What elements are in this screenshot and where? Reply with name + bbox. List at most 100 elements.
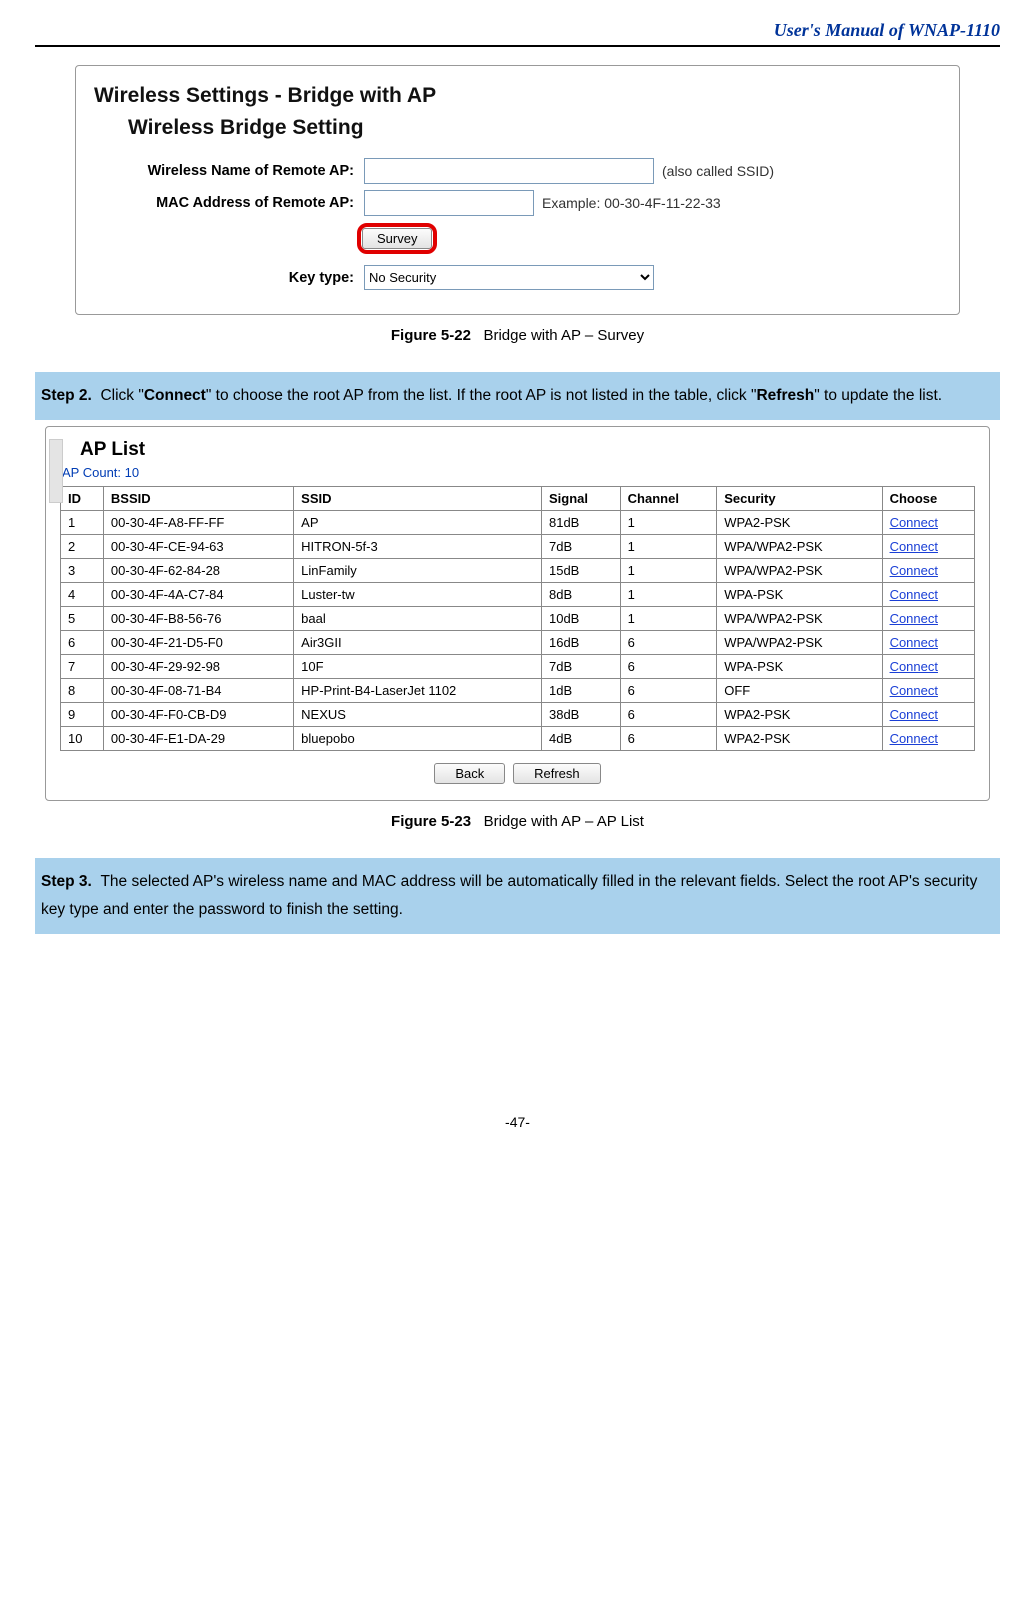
survey-button[interactable]: Survey <box>362 228 432 249</box>
cell-choose: Connect <box>882 606 974 630</box>
connect-link[interactable]: Connect <box>890 635 938 650</box>
cell-ssid: HP-Print-B4-LaserJet 1102 <box>294 678 542 702</box>
col-id: ID <box>61 486 104 510</box>
cell-choose: Connect <box>882 534 974 558</box>
figure-5-23-label: Figure 5-23 <box>391 813 471 830</box>
connect-link[interactable]: Connect <box>890 731 938 746</box>
table-row: 200-30-4F-CE-94-63HITRON-5f-37dB1WPA/WPA… <box>61 534 975 558</box>
cell-signal: 8dB <box>541 582 620 606</box>
cell-id: 1 <box>61 510 104 534</box>
connect-link[interactable]: Connect <box>890 539 938 554</box>
ssid-label: Wireless Name of Remote AP: <box>94 163 364 179</box>
step-2-t2: " to choose the root AP from the list. I… <box>206 387 757 404</box>
col-bssid: BSSID <box>103 486 293 510</box>
cell-bssid: 00-30-4F-21-D5-F0 <box>103 630 293 654</box>
cell-security: WPA2-PSK <box>717 702 882 726</box>
table-row: 100-30-4F-A8-FF-FFAP81dB1WPA2-PSKConnect <box>61 510 975 534</box>
step-2-box: Step 2. Click "Connect" to choose the ro… <box>35 372 1000 420</box>
key-type-label: Key type: <box>94 270 364 286</box>
step-3-box: Step 3. The selected AP's wireless name … <box>35 858 1000 934</box>
figure-5-22-desc: Bridge with AP – Survey <box>483 327 644 344</box>
scrollbar[interactable] <box>49 439 63 503</box>
cell-security: WPA/WPA2-PSK <box>717 558 882 582</box>
cell-security: WPA2-PSK <box>717 726 882 750</box>
cell-channel: 1 <box>620 558 717 582</box>
connect-link[interactable]: Connect <box>890 563 938 578</box>
cell-signal: 81dB <box>541 510 620 534</box>
cell-security: WPA/WPA2-PSK <box>717 534 882 558</box>
table-header-row: ID BSSID SSID Signal Channel Security Ch… <box>61 486 975 510</box>
cell-ssid: AP <box>294 510 542 534</box>
key-type-select[interactable]: No Security <box>364 265 654 290</box>
page-header-title: User's Manual of WNAP-1110 <box>35 20 1000 41</box>
figure-5-23-desc: Bridge with AP – AP List <box>484 813 644 830</box>
connect-link[interactable]: Connect <box>890 587 938 602</box>
step-2-label: Step 2. <box>41 387 92 404</box>
table-row: 600-30-4F-21-D5-F0Air3GII16dB6WPA/WPA2-P… <box>61 630 975 654</box>
cell-signal: 7dB <box>541 654 620 678</box>
cell-channel: 6 <box>620 630 717 654</box>
cell-bssid: 00-30-4F-A8-FF-FF <box>103 510 293 534</box>
cell-ssid: Luster-tw <box>294 582 542 606</box>
figure-5-22-caption: Figure 5-22 Bridge with AP – Survey <box>35 327 1000 344</box>
col-choose: Choose <box>882 486 974 510</box>
cell-signal: 15dB <box>541 558 620 582</box>
cell-choose: Connect <box>882 678 974 702</box>
table-row: 900-30-4F-F0-CB-D9NEXUS38dB6WPA2-PSKConn… <box>61 702 975 726</box>
cell-bssid: 00-30-4F-E1-DA-29 <box>103 726 293 750</box>
cell-security: WPA2-PSK <box>717 510 882 534</box>
cell-id: 6 <box>61 630 104 654</box>
mac-input[interactable] <box>364 190 534 216</box>
cell-choose: Connect <box>882 558 974 582</box>
col-channel: Channel <box>620 486 717 510</box>
refresh-button[interactable]: Refresh <box>513 763 601 784</box>
connect-link[interactable]: Connect <box>890 707 938 722</box>
ssid-input[interactable] <box>364 158 654 184</box>
table-row: 500-30-4F-B8-56-76baal10dB1WPA/WPA2-PSKC… <box>61 606 975 630</box>
cell-ssid: baal <box>294 606 542 630</box>
back-button[interactable]: Back <box>434 763 505 784</box>
cell-security: WPA-PSK <box>717 582 882 606</box>
cell-choose: Connect <box>882 654 974 678</box>
col-signal: Signal <box>541 486 620 510</box>
panel-title-2: Wireless Bridge Setting <box>128 116 941 140</box>
cell-signal: 16dB <box>541 630 620 654</box>
cell-bssid: 00-30-4F-62-84-28 <box>103 558 293 582</box>
table-row: 300-30-4F-62-84-28LinFamily15dB1WPA/WPA2… <box>61 558 975 582</box>
cell-choose: Connect <box>882 702 974 726</box>
cell-ssid: LinFamily <box>294 558 542 582</box>
cell-bssid: 00-30-4F-29-92-98 <box>103 654 293 678</box>
cell-ssid: Air3GII <box>294 630 542 654</box>
cell-bssid: 00-30-4F-08-71-B4 <box>103 678 293 702</box>
mac-hint: Example: 00-30-4F-11-22-33 <box>542 195 721 211</box>
table-row: 1000-30-4F-E1-DA-29bluepobo4dB6WPA2-PSKC… <box>61 726 975 750</box>
cell-ssid: NEXUS <box>294 702 542 726</box>
connect-link[interactable]: Connect <box>890 683 938 698</box>
figure-5-22-label: Figure 5-22 <box>391 327 471 344</box>
cell-id: 7 <box>61 654 104 678</box>
cell-id: 4 <box>61 582 104 606</box>
cell-id: 8 <box>61 678 104 702</box>
cell-channel: 6 <box>620 678 717 702</box>
cell-signal: 4dB <box>541 726 620 750</box>
connect-link[interactable]: Connect <box>890 611 938 626</box>
cell-ssid: bluepobo <box>294 726 542 750</box>
cell-signal: 38dB <box>541 702 620 726</box>
page-number: -47- <box>35 1114 1000 1130</box>
cell-bssid: 00-30-4F-4A-C7-84 <box>103 582 293 606</box>
ap-table: ID BSSID SSID Signal Channel Security Ch… <box>60 486 975 751</box>
connect-link[interactable]: Connect <box>890 515 938 530</box>
step-3-text: The selected AP's wireless name and MAC … <box>41 873 977 918</box>
cell-security: WPA/WPA2-PSK <box>717 606 882 630</box>
cell-channel: 6 <box>620 654 717 678</box>
ap-count: AP Count: 10 <box>62 465 975 480</box>
cell-signal: 7dB <box>541 534 620 558</box>
wireless-settings-panel: Wireless Settings - Bridge with AP Wirel… <box>75 65 960 315</box>
cell-id: 5 <box>61 606 104 630</box>
ssid-hint: (also called SSID) <box>662 163 774 179</box>
figure-5-23-caption: Figure 5-23 Bridge with AP – AP List <box>35 813 1000 830</box>
cell-bssid: 00-30-4F-B8-56-76 <box>103 606 293 630</box>
connect-link[interactable]: Connect <box>890 659 938 674</box>
cell-signal: 10dB <box>541 606 620 630</box>
step-3-label: Step 3. <box>41 873 92 890</box>
